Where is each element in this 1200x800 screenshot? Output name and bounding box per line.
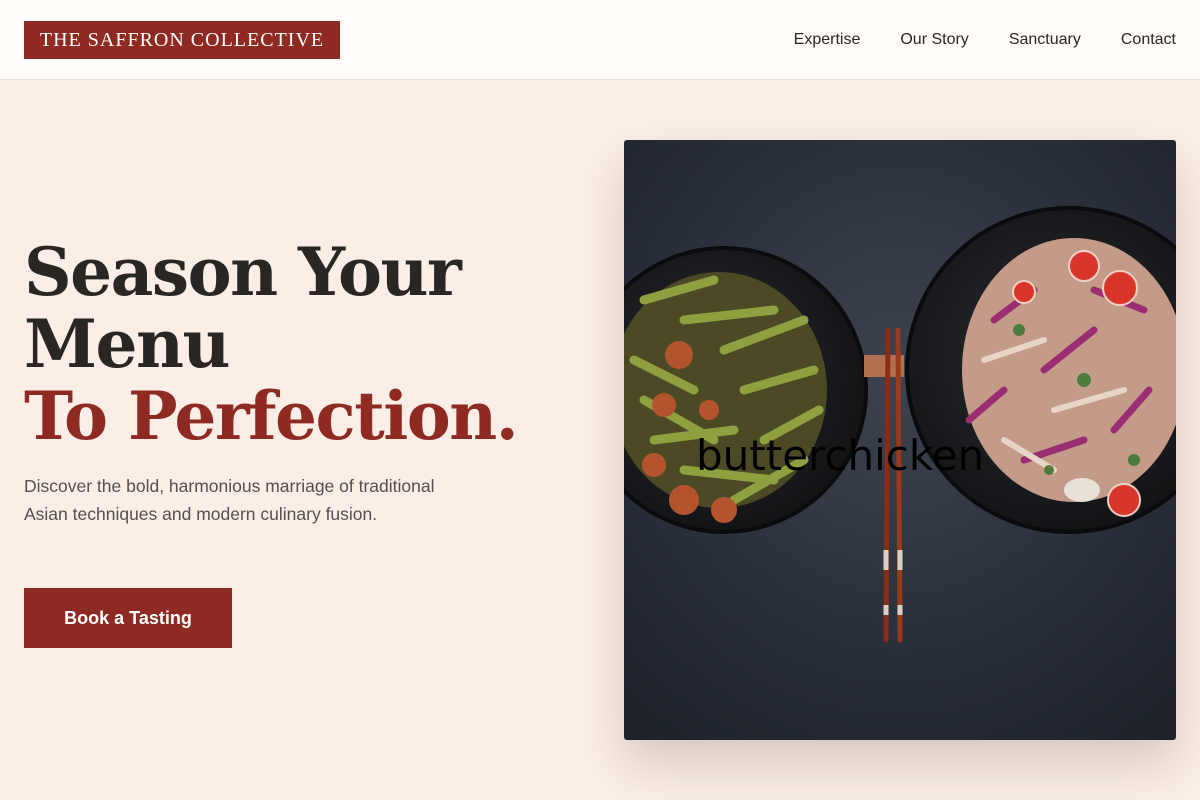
hero-headline: Season Your Menu To Perfection. [24, 236, 584, 452]
food-bowls-illustration: butterchicken [624, 140, 1176, 740]
main-nav: Expertise Our Story Sanctuary Contact [794, 0, 1176, 80]
nav-link-our-story[interactable]: Our Story [900, 31, 968, 49]
brand-logo[interactable]: THE SAFFRON COLLECTIVE [24, 21, 340, 59]
book-tasting-button[interactable]: Book a Tasting [24, 588, 232, 648]
hero-description: Discover the bold, harmonious marriage o… [24, 476, 435, 524]
nav-link-sanctuary[interactable]: Sanctuary [1009, 31, 1081, 49]
site-header: THE SAFFRON COLLECTIVE Expertise Our Sto… [0, 0, 1200, 80]
headline-line-1: Season Your [24, 233, 462, 311]
nav-link-contact[interactable]: Contact [1121, 31, 1176, 49]
nav-link-expertise[interactable]: Expertise [794, 31, 861, 49]
hero-food-image: butterchicken [624, 140, 1176, 740]
headline-line-2: Menu [24, 305, 231, 383]
image-watermark: butterchicken [696, 431, 984, 480]
headline-line-3: To Perfection. [24, 377, 519, 455]
